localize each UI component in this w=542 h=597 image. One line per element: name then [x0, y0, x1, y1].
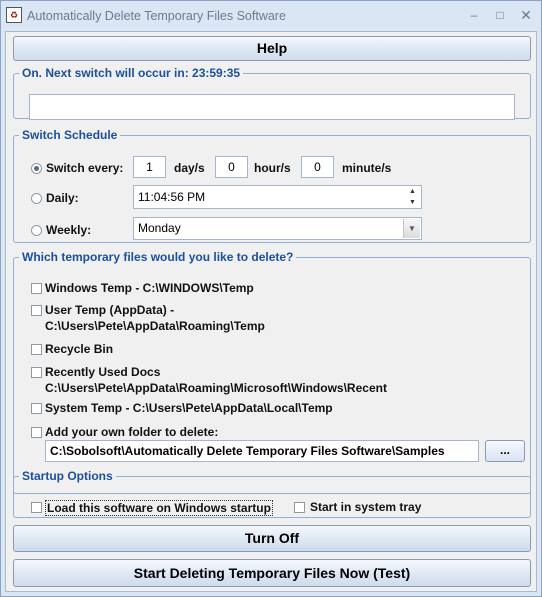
recent-docs-label: Recently Used Docs: [45, 365, 161, 379]
status-group: On. Next switch will occur in: 23:59:35: [13, 66, 531, 120]
close-button[interactable]: ✕: [513, 4, 539, 26]
daily-label: Daily:: [46, 191, 79, 205]
recycle-icon: ♻: [6, 7, 22, 23]
windows-temp-checkbox[interactable]: [31, 283, 42, 294]
load-on-startup-checkbox[interactable]: [31, 502, 42, 513]
start-deleting-button[interactable]: Start Deleting Temporary Files Now (Test…: [13, 559, 531, 587]
recent-docs-path: C:\Users\Pete\AppData\Roaming\Microsoft\…: [45, 381, 387, 395]
custom-folder-input[interactable]: C:\Sobolsoft\Automatically Delete Tempor…: [45, 440, 479, 462]
minutes-input[interactable]: 0: [301, 156, 334, 178]
custom-folder-checkbox[interactable]: [31, 427, 42, 438]
switch-every-label: Switch every:: [46, 161, 124, 175]
weekly-radio[interactable]: [31, 225, 42, 236]
days-unit-label: day/s: [174, 161, 205, 175]
temp-files-legend: Which temporary files would you like to …: [22, 250, 294, 264]
daily-time-value: 11:04:56 PM: [138, 190, 206, 204]
system-tray-label: Start in system tray: [310, 500, 422, 514]
system-temp-label: System Temp - C:\Users\Pete\AppData\Loca…: [45, 401, 333, 415]
switch-schedule-legend: Switch Schedule: [22, 128, 118, 142]
custom-folder-label: Add your own folder to delete:: [45, 425, 219, 439]
system-temp-checkbox[interactable]: [31, 403, 42, 414]
daily-time-picker[interactable]: 11:04:56 PM ▲ ▼: [133, 185, 422, 209]
minimize-button[interactable]: –: [461, 4, 487, 26]
load-on-startup-label: Load this software on Windows startup: [45, 500, 273, 516]
recycle-bin-label: Recycle Bin: [45, 342, 114, 356]
window-title: Automatically Delete Temporary Files Sof…: [27, 9, 286, 23]
days-input[interactable]: 1: [133, 156, 166, 178]
time-down-icon[interactable]: ▼: [405, 198, 420, 208]
user-temp-label: User Temp (AppData) -: [45, 303, 175, 317]
startup-options-legend: Startup Options: [22, 469, 113, 483]
minutes-unit-label: minute/s: [342, 161, 392, 175]
status-field[interactable]: [29, 94, 515, 120]
recent-docs-checkbox[interactable]: [31, 367, 42, 378]
hours-input[interactable]: 0: [215, 156, 248, 178]
app-window: ♻ Automatically Delete Temporary Files S…: [0, 0, 542, 597]
time-up-icon[interactable]: ▲: [405, 187, 420, 197]
weekly-label: Weekly:: [46, 223, 92, 237]
user-temp-path: C:\Users\Pete\AppData\Roaming\Temp: [45, 319, 265, 333]
browse-button[interactable]: ...: [485, 440, 525, 462]
recycle-bin-checkbox[interactable]: [31, 344, 42, 355]
user-temp-checkbox[interactable]: [31, 305, 42, 316]
chevron-down-icon[interactable]: ▼: [403, 219, 420, 238]
weekly-day-value: Monday: [138, 221, 181, 235]
turn-off-button[interactable]: Turn Off: [13, 525, 531, 552]
maximize-button[interactable]: □: [487, 4, 513, 26]
windows-temp-label: Windows Temp - C:\WINDOWS\Temp: [45, 281, 254, 295]
help-button[interactable]: Help: [13, 36, 531, 61]
status-legend: On. Next switch will occur in: 23:59:35: [22, 66, 241, 80]
weekly-day-select[interactable]: Monday ▼: [133, 217, 422, 240]
title-bar: ♻ Automatically Delete Temporary Files S…: [1, 1, 541, 31]
switch-schedule-group: Switch Schedule Switch every: 1 day/s 0 …: [13, 128, 531, 243]
switch-every-radio[interactable]: [31, 163, 42, 174]
startup-options-group: Startup Options Load this software on Wi…: [13, 469, 531, 518]
client-area: Help On. Next switch will occur in: 23:5…: [5, 31, 537, 592]
temp-files-group: Which temporary files would you like to …: [13, 250, 531, 494]
daily-radio[interactable]: [31, 193, 42, 204]
hours-unit-label: hour/s: [254, 161, 291, 175]
system-tray-checkbox[interactable]: [294, 502, 305, 513]
